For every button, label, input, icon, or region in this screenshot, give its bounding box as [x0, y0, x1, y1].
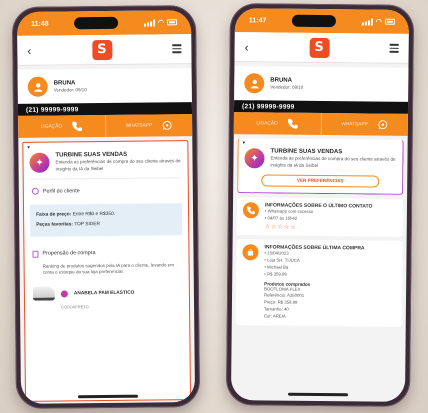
logo-icon: S	[91, 39, 112, 60]
last-purchase-card: INFORMAÇÕES SOBRE ÚLTIMA COMPRA • 15/04/…	[235, 239, 403, 327]
screen-right: 11:47 ◠ ‹ S BRUNA Vendedor: 09/10 (21) 9…	[230, 8, 410, 402]
dynamic-island	[74, 16, 119, 30]
status-time: 11:48	[31, 20, 49, 28]
signal-icon	[361, 18, 373, 26]
logo-icon: S	[309, 37, 330, 58]
profile-heading: Perfil do cliente	[24, 178, 188, 201]
wifi-icon: ◠	[375, 18, 382, 26]
status-icons: ◠	[361, 17, 395, 26]
sparkle-icon: ✦	[244, 148, 265, 169]
insights-panel: ▾ ✦ TURBINE SUAS VENDAS Entenda as prefe…	[22, 140, 192, 402]
call-label: LIGAÇÃO	[40, 123, 63, 130]
phone-icon	[287, 118, 298, 129]
brand-value: TOP SIDER	[74, 221, 100, 228]
call-button[interactable]: LIGAÇÃO	[18, 115, 105, 138]
contact-actions: LIGAÇÃO WHATSAPP	[18, 114, 193, 138]
purchase-title: Propensão de compra	[42, 250, 96, 257]
product-name: ANABELA PAM ELASTICO	[73, 290, 135, 296]
purchase-desc: Ranking de produtos sugeridos pela IA pa…	[42, 261, 174, 275]
phone-icon	[242, 202, 260, 219]
phone-left: 11:48 ◠ ‹ S BRUNA Vendedor: 09/10 (21) 9…	[11, 5, 201, 409]
home-indicator	[77, 394, 138, 399]
dynamic-island	[292, 14, 337, 28]
view-preferences-button[interactable]: VER PREFERÊNCIAS	[261, 174, 380, 188]
product-dot-icon	[60, 289, 68, 297]
top-nav: ‹ S	[234, 32, 409, 64]
screen-left: 11:48 ◠ ‹ S BRUNA Vendedor: 09/10 (21) 9…	[16, 10, 196, 404]
home-indicator	[288, 392, 349, 397]
purchase-line: • R$ 359,99	[264, 271, 287, 277]
sparkle-icon: ✦	[29, 152, 50, 173]
whatsapp-button[interactable]: WHATSAPP	[104, 114, 193, 138]
turbine-desc: Entenda as preferências de compra do seu…	[55, 158, 181, 172]
turbine-card: ▾ ✦ TURBINE SUAS VENDAS Entenda as prefe…	[237, 138, 404, 196]
price-label: Faixa de preço:	[36, 212, 72, 219]
status-bar: 11:48 ◠	[16, 10, 192, 36]
status-time: 11:47	[248, 16, 267, 24]
whatsapp-icon	[162, 120, 172, 130]
purchase-heading: Propensão de compra	[24, 239, 188, 264]
menu-icon[interactable]	[172, 42, 182, 55]
profile-box: Faixa de preço: Entre R$0 e R$350. Peças…	[29, 203, 183, 237]
menu-icon[interactable]	[389, 42, 399, 55]
product-line: Cor: AREIA	[263, 313, 286, 319]
phone-icon	[72, 121, 83, 132]
user-icon	[27, 76, 48, 97]
whatsapp-label: WHATSAPP	[125, 123, 153, 129]
brand-label: Peças favoritas:	[36, 222, 74, 228]
chevron-left-icon[interactable]: ‹	[27, 43, 31, 57]
top-nav: ‹ S	[17, 34, 192, 66]
turbine-banner: ✦ TURBINE SUAS VENDAS Entenda as preferê…	[238, 146, 402, 176]
shoe-image	[32, 286, 55, 301]
call-button[interactable]: LIGAÇÃO	[234, 112, 321, 135]
wifi-icon: ◠	[157, 19, 165, 27]
turbine-banner[interactable]: ✦ TURBINE SUAS VENDAS Entenda as preferê…	[23, 149, 187, 179]
product-item[interactable]: ANABELA PAM ELASTICO	[25, 281, 189, 305]
product-sub: CODDI/PRETO	[61, 304, 89, 310]
whatsapp-icon	[378, 120, 388, 130]
star-rating[interactable]: ☆☆☆☆☆	[265, 223, 372, 231]
user-name: BRUNA	[270, 77, 293, 84]
status-bar: 11:47 ◠	[234, 8, 410, 34]
user-card: BRUNA Vendedor: 09/10	[234, 66, 409, 102]
whatsapp-button[interactable]: WHATSAPP	[320, 112, 408, 136]
bag-icon	[242, 244, 259, 261]
user-icon	[244, 73, 265, 94]
price-value: Entre R$0 e R$350.	[72, 212, 116, 218]
brand-row: Peças favoritas: TOP SIDER	[36, 219, 176, 230]
user-sub: Vendedor: 09/10	[53, 87, 87, 93]
user-outline-icon	[31, 188, 39, 196]
last-contact-card: INFORMAÇÕES SOBRE O ÚLTIMO CONTATO • Wha…	[236, 197, 404, 237]
whatsapp-label: WHATSAPP	[341, 121, 368, 127]
user-sub: Vendedor: 09/10	[270, 84, 304, 90]
user-card: BRUNA Vendedor: 09/10	[17, 68, 192, 104]
user-name: BRUNA	[53, 80, 76, 87]
signal-icon	[143, 18, 155, 27]
call-label: LIGAÇÃO	[256, 120, 278, 127]
contact-actions: LIGAÇÃO WHATSAPP	[233, 112, 408, 136]
battery-icon	[167, 19, 178, 26]
phone-right: 11:47 ◠ ‹ S BRUNA Vendedor: 09/10 (21) 9…	[225, 3, 415, 407]
battery-icon	[384, 18, 395, 25]
turbine-desc: Entenda as preferências de compra do seu…	[270, 155, 396, 168]
contact-line: • 04/07 às 16h42	[264, 215, 298, 221]
chevron-left-icon[interactable]: ‹	[245, 40, 249, 54]
profile-title: Perfil do cliente	[42, 188, 80, 195]
status-icons: ◠	[143, 18, 178, 27]
bag-icon	[32, 250, 39, 258]
star-icon[interactable]: ☆	[290, 225, 296, 231]
